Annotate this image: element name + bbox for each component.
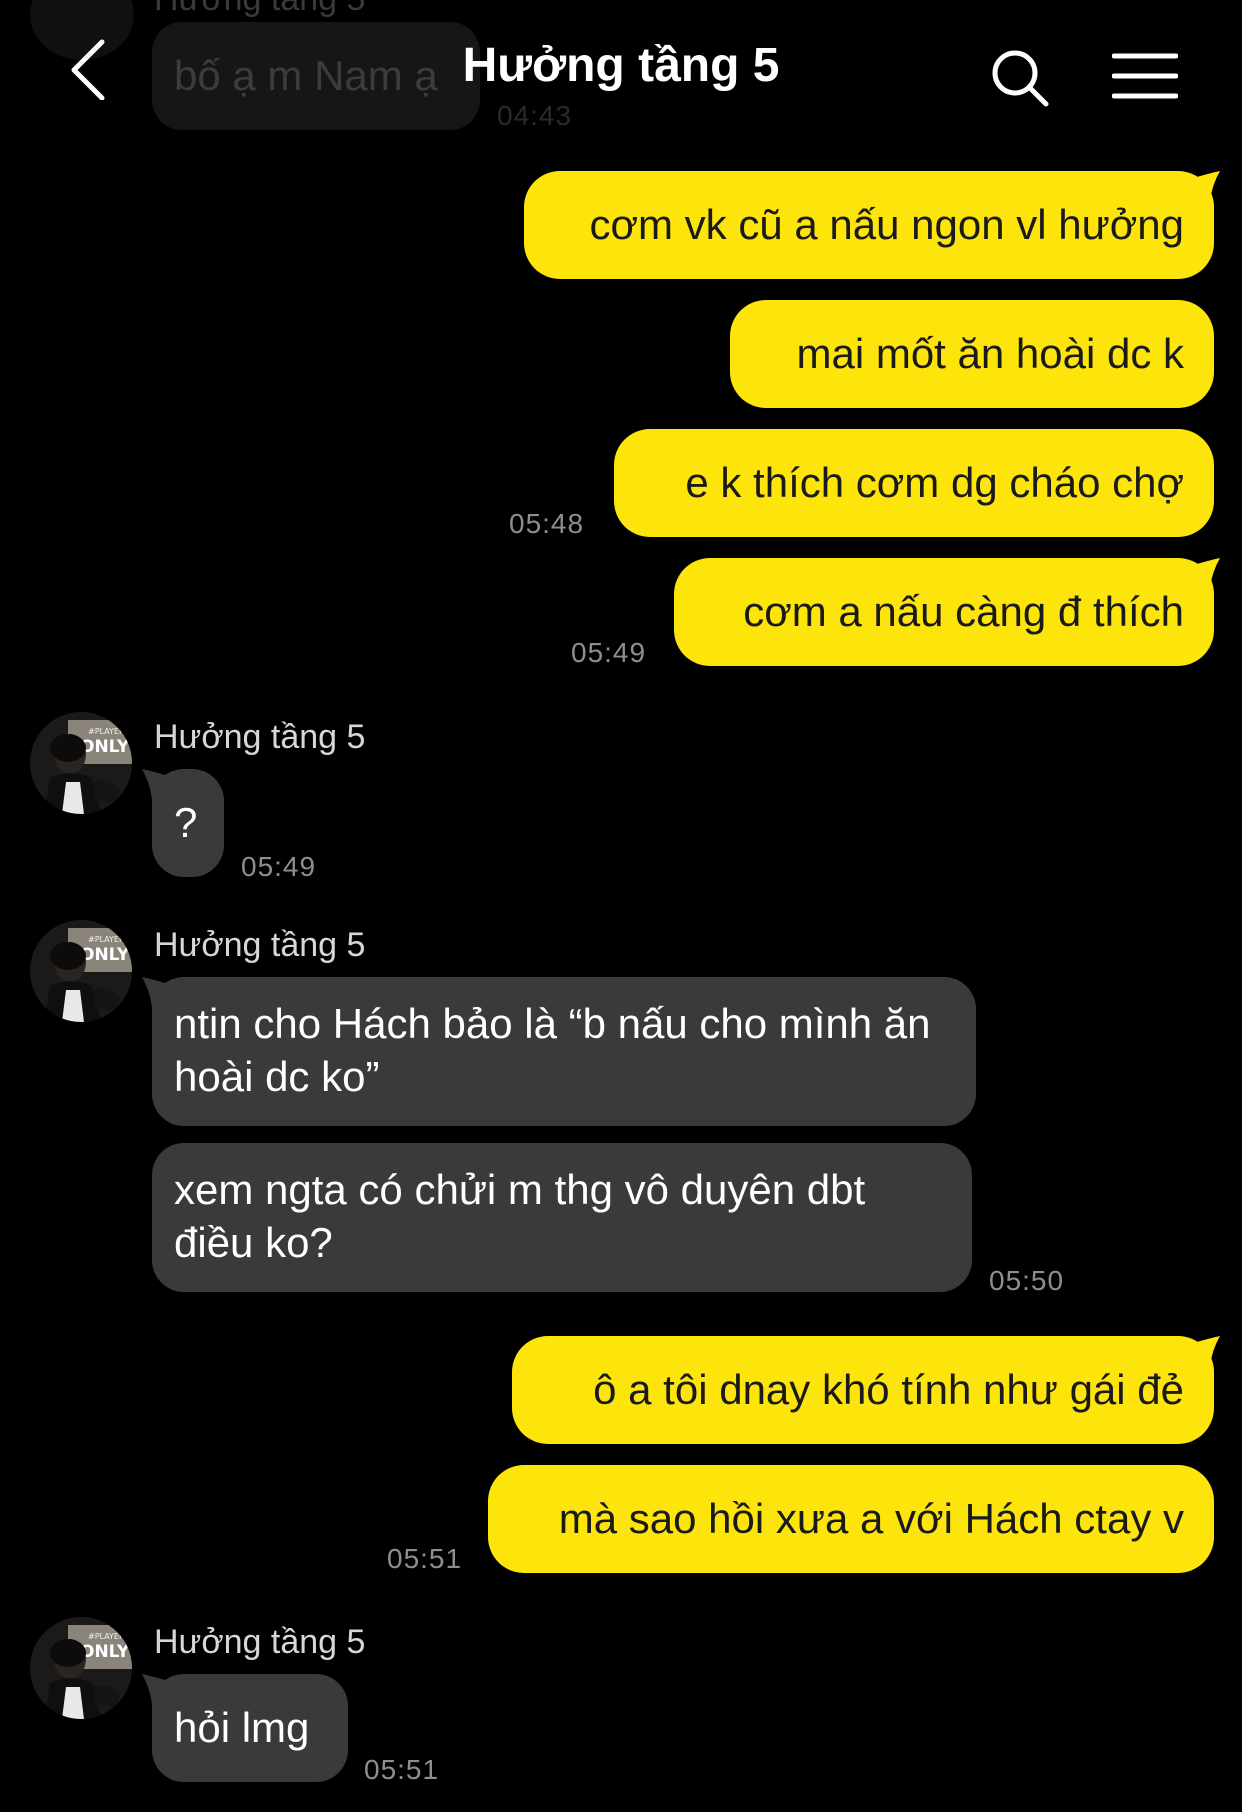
search-button[interactable] <box>990 48 1052 110</box>
bubble-tail <box>1190 171 1222 201</box>
svg-text:ONLY: ONLY <box>80 1642 130 1662</box>
their-message-bubble[interactable]: hỏi lmg <box>152 1674 348 1782</box>
svg-text:ONLY: ONLY <box>80 737 130 757</box>
message-text: ntin cho Hách bảo là “b nấu cho mình ăn … <box>174 1000 931 1100</box>
bubble-tail <box>1190 1336 1222 1366</box>
chat-header: Hưởng tầng 5 <box>0 0 1242 140</box>
message-text: ô a tôi dnay khó tính như gái đẻ <box>593 1366 1184 1413</box>
chevron-left-icon <box>71 39 105 101</box>
bubble-tail <box>140 769 172 799</box>
message-time: 05:49 <box>571 637 647 668</box>
their-message-bubble[interactable]: ntin cho Hách bảo là “b nấu cho mình ăn … <box>152 977 976 1126</box>
svg-text:#PLAYERS: #PLAYERS <box>88 935 130 944</box>
contact-avatar[interactable]: #PLAYERS ONLY <box>30 1617 132 1719</box>
message-text: mai mốt ăn hoài dc k <box>796 330 1184 377</box>
chat-screen: Hưởng tầng 5 bố ạ m Nam ạ 04:43 Hưởng tầ… <box>0 0 1242 1812</box>
bubble-tail <box>1190 558 1222 588</box>
message-text: cơm vk cũ a nấu ngon vl hưởng <box>589 201 1184 248</box>
message-text: mà sao hồi xưa a với Hách ctay v <box>558 1495 1184 1542</box>
message-text: cơm a nấu càng đ thích <box>743 588 1184 635</box>
sender-name: Hưởng tầng 5 <box>154 718 366 756</box>
message-time: 05:51 <box>387 1543 463 1574</box>
message-text: xem ngta có chửi m thg vô duyên dbt điều… <box>174 1166 866 1266</box>
my-message-bubble[interactable]: ô a tôi dnay khó tính như gái đẻ <box>512 1336 1214 1444</box>
contact-avatar[interactable]: #PLAYERS ONLY <box>30 920 132 1022</box>
my-message-bubble[interactable]: cơm a nấu càng đ thích <box>674 558 1214 666</box>
svg-text:ONLY: ONLY <box>80 945 130 965</box>
menu-button[interactable] <box>1111 52 1179 102</box>
chat-title: Hưởng tầng 5 <box>462 39 780 92</box>
message-text: hỏi lmg <box>174 1704 310 1751</box>
bubble-tail <box>140 977 172 1007</box>
my-message-bubble[interactable]: cơm vk cũ a nấu ngon vl hưởng <box>524 171 1214 279</box>
back-button[interactable] <box>62 36 122 101</box>
svg-text:#PLAYERS: #PLAYERS <box>88 1632 130 1641</box>
my-message-bubble[interactable]: mai mốt ăn hoài dc k <box>730 300 1214 408</box>
bubble-tail <box>140 1674 172 1704</box>
contact-avatar[interactable]: #PLAYERS ONLY <box>30 712 132 814</box>
sender-name: Hưởng tầng 5 <box>154 926 366 964</box>
message-text: e k thích cơm dg cháo chợ <box>685 459 1184 506</box>
message-time: 05:51 <box>364 1754 440 1785</box>
my-message-bubble[interactable]: e k thích cơm dg cháo chợ <box>614 429 1214 537</box>
hamburger-menu-icon <box>1111 53 1179 99</box>
search-icon <box>992 50 1049 107</box>
message-time: 05:50 <box>989 1265 1065 1296</box>
svg-text:#PLAYERS: #PLAYERS <box>88 727 130 736</box>
their-message-bubble[interactable]: xem ngta có chửi m thg vô duyên dbt điều… <box>152 1143 972 1292</box>
message-time: 05:49 <box>241 851 317 882</box>
message-time: 05:48 <box>509 508 585 539</box>
my-message-bubble[interactable]: mà sao hồi xưa a với Hách ctay v <box>488 1465 1214 1573</box>
sender-name: Hưởng tầng 5 <box>154 1623 366 1661</box>
message-text: ? <box>174 799 198 846</box>
